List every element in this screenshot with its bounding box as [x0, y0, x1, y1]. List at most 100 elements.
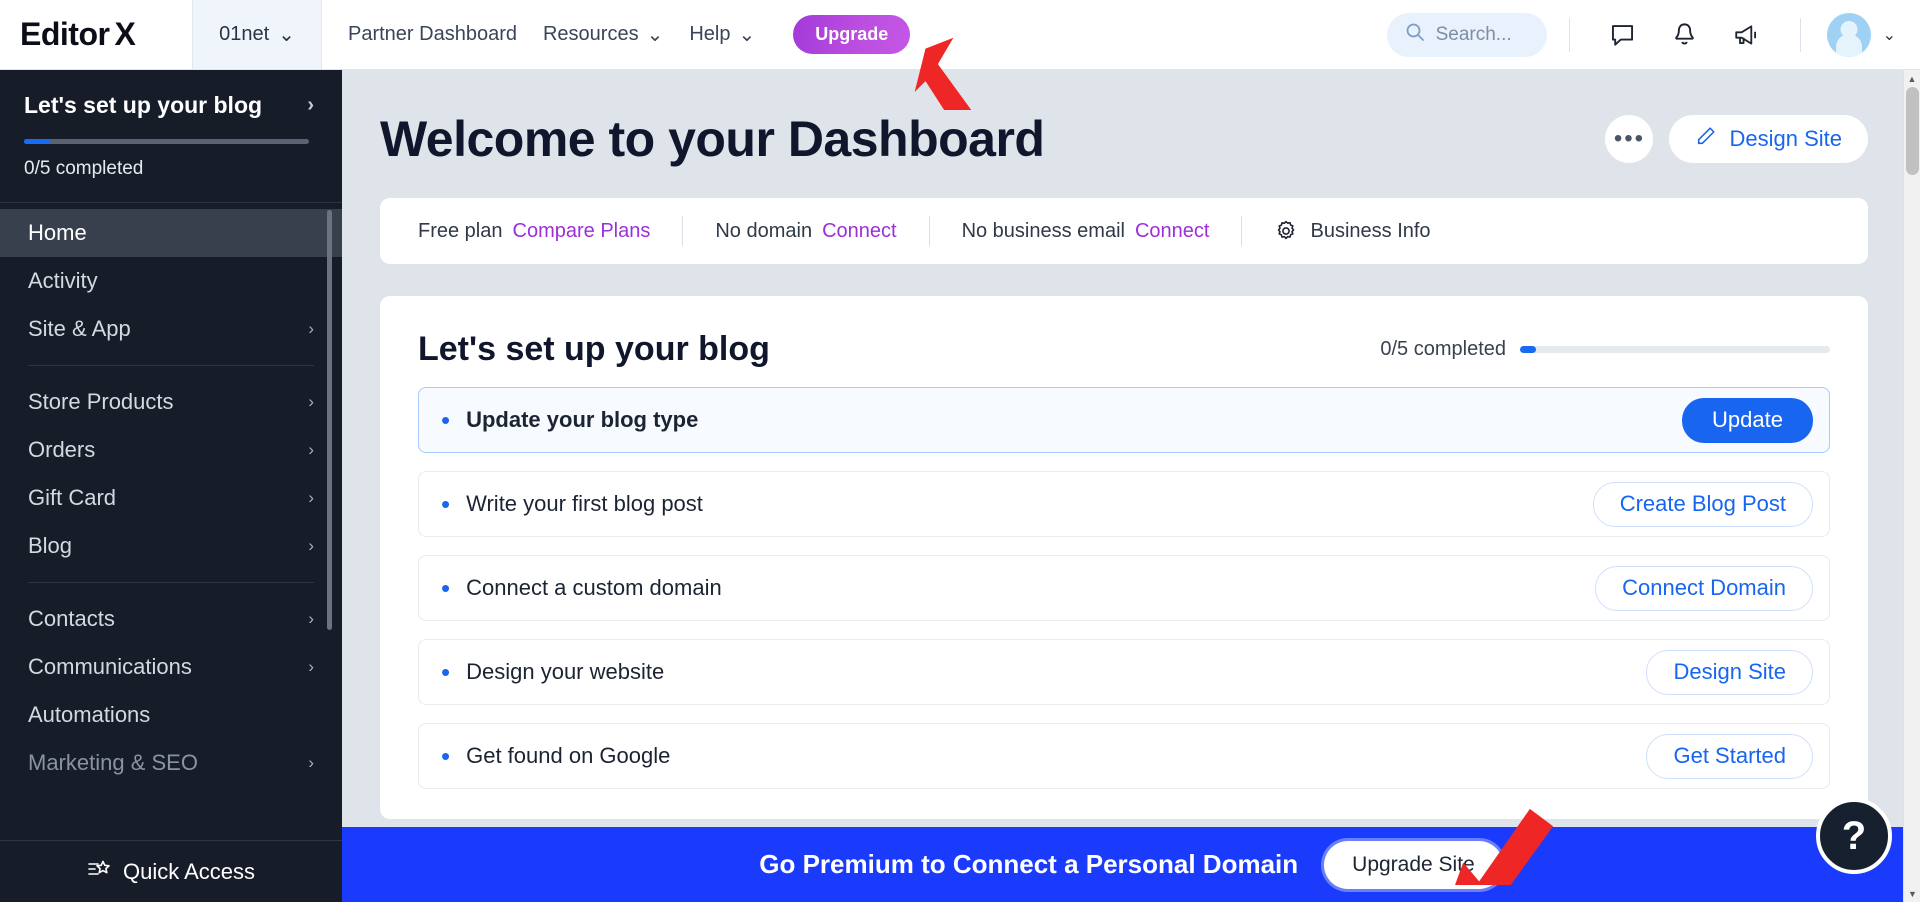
search-input[interactable]: Search...: [1386, 12, 1547, 57]
sidebar-item-label: Orders: [28, 437, 96, 462]
scroll-up-icon[interactable]: ▲: [1904, 70, 1920, 87]
chevron-down-icon: ⌄: [738, 24, 756, 46]
task-action: Connect Domain: [1595, 565, 1813, 611]
setup-card-title: Let's set up your blog: [418, 330, 770, 368]
chevron-right-icon: ›: [308, 440, 314, 459]
sidebar-item-label: Blog: [28, 533, 73, 558]
avatar[interactable]: [1826, 12, 1871, 57]
business-info-button[interactable]: Business Info: [1274, 219, 1431, 243]
chat-icon[interactable]: [1601, 13, 1645, 57]
sidebar-item-home[interactable]: Home: [0, 209, 342, 257]
sidebar-item-contacts[interactable]: Contacts ›: [0, 595, 342, 643]
create-blog-post-button[interactable]: Create Blog Post: [1592, 481, 1813, 527]
task-row-update-blog-type[interactable]: • Update your blog type Update: [418, 387, 1830, 453]
connect-domain-link[interactable]: Connect: [822, 220, 897, 243]
sidebar-item-activity[interactable]: Activity: [0, 257, 342, 305]
page-title: Welcome to your Dashboard: [380, 111, 1045, 167]
sidebar-item-communications[interactable]: Communications ›: [0, 643, 342, 691]
main-header: Welcome to your Dashboard ••• Design Sit…: [342, 70, 1920, 168]
sidebar-item-label: Gift Card: [28, 485, 117, 510]
chevron-right-icon: ›: [308, 657, 314, 676]
sidebar-item-automations[interactable]: Automations: [0, 691, 342, 739]
nav-item-partner-dashboard[interactable]: Partner Dashboard: [348, 23, 517, 46]
chevron-right-icon: ›: [308, 536, 314, 555]
task-action: Get Started: [1646, 733, 1813, 779]
upgrade-site-button[interactable]: Upgrade Site: [1324, 840, 1503, 889]
nav-label: Resources: [542, 23, 639, 45]
task-label: Connect a custom domain: [466, 575, 722, 600]
chevron-down-icon: ⌄: [278, 24, 295, 46]
chevron-right-icon: ›: [307, 94, 314, 116]
chevron-down-icon: ⌄: [646, 24, 664, 46]
more-options-button[interactable]: •••: [1605, 115, 1654, 163]
scroll-down-icon[interactable]: ▼: [1904, 885, 1920, 902]
quick-access-icon: [87, 857, 111, 887]
task-action: Design Site: [1646, 649, 1813, 695]
sidebar-item-store-products[interactable]: Store Products ›: [0, 378, 342, 426]
sidebar-item-orders[interactable]: Orders ›: [0, 426, 342, 474]
account-chevron-down-icon[interactable]: ⌄: [1883, 25, 1896, 45]
sidebar-item-site-app[interactable]: Site & App ›: [0, 305, 342, 353]
sidebar-nav-list: Home Activity Site & App › Store Product…: [0, 203, 342, 787]
design-site-task-button[interactable]: Design Site: [1646, 649, 1813, 695]
megaphone-icon[interactable]: [1725, 13, 1769, 57]
top-bar-right-group: Search... ⌄: [1386, 0, 1920, 69]
setup-progress-bar: [1520, 346, 1830, 353]
sidebar-item-label: Marketing & SEO: [28, 750, 198, 775]
upgrade-button[interactable]: Upgrade: [793, 15, 911, 54]
chevron-right-icon: ›: [308, 488, 314, 507]
chevron-right-icon: ›: [308, 609, 314, 628]
domain-segment: No domain Connect: [715, 220, 896, 243]
gear-icon: [1274, 219, 1298, 243]
sidebar-setup-title: Let's set up your blog: [24, 92, 263, 118]
nav-label: Partner Dashboard: [348, 23, 517, 45]
site-switcher-label: 01net: [219, 23, 270, 45]
sidebar-setup-header[interactable]: Let's set up your blog ›: [24, 92, 314, 119]
design-site-button[interactable]: Design Site: [1669, 115, 1868, 163]
scrollbar-thumb[interactable]: [1906, 87, 1919, 175]
get-started-button[interactable]: Get Started: [1646, 733, 1813, 779]
nav-item-help[interactable]: Help ⌄: [689, 22, 755, 47]
update-button[interactable]: Update: [1682, 397, 1813, 443]
sidebar-item-blog[interactable]: Blog ›: [0, 522, 342, 570]
connect-domain-button[interactable]: Connect Domain: [1595, 565, 1813, 611]
chevron-right-icon: ›: [308, 753, 314, 772]
task-row-connect-domain[interactable]: • Connect a custom domain Connect Domain: [418, 555, 1830, 621]
quick-access-label: Quick Access: [122, 858, 256, 884]
quick-access-button[interactable]: Quick Access: [0, 840, 342, 902]
setup-progress-group: 0/5 completed: [1380, 338, 1830, 361]
divider: [28, 365, 314, 366]
compare-plans-link[interactable]: Compare Plans: [513, 220, 651, 243]
site-switcher[interactable]: 01net ⌄: [192, 0, 322, 69]
email-label: No business email: [961, 219, 1125, 242]
sidebar-item-marketing-seo[interactable]: Marketing & SEO ›: [0, 739, 342, 787]
task-action: Update: [1682, 397, 1813, 443]
sidebar-item-gift-card[interactable]: Gift Card ›: [0, 474, 342, 522]
brand-logo[interactable]: Editor X: [0, 0, 192, 69]
setup-checklist-card: Let's set up your blog 0/5 completed • U…: [380, 296, 1868, 819]
divider: [1241, 216, 1243, 246]
sidebar-setup-banner[interactable]: Let's set up your blog › 0/5 completed: [0, 70, 342, 202]
brand-logo-x: X: [114, 16, 136, 52]
setup-progress-label: 0/5 completed: [1380, 338, 1506, 360]
top-bar: Editor X 01net ⌄ Partner Dashboard Resou…: [0, 0, 1920, 70]
task-row-write-blog-post[interactable]: • Write your first blog post Create Blog…: [418, 471, 1830, 537]
task-row-design-website[interactable]: • Design your website Design Site: [418, 639, 1830, 705]
bell-icon[interactable]: [1663, 13, 1707, 57]
sidebar-item-label: Communications: [28, 654, 192, 679]
pencil-icon: [1695, 125, 1717, 153]
sidebar-scrollbar[interactable]: [327, 210, 332, 630]
nav-item-resources[interactable]: Resources ⌄: [543, 22, 663, 47]
design-site-label: Design Site: [1729, 126, 1842, 151]
sidebar: Let's set up your blog › 0/5 completed H…: [0, 70, 342, 902]
task-row-get-found-google[interactable]: • Get found on Google Get Started: [418, 723, 1830, 789]
header-actions: ••• Design Site: [1605, 115, 1868, 163]
search-placeholder: Search...: [1435, 23, 1512, 45]
brand-logo-text: Editor: [20, 16, 110, 52]
help-button[interactable]: ?: [1816, 798, 1892, 874]
sidebar-item-label: Home: [28, 220, 87, 245]
connect-email-link[interactable]: Connect: [1135, 220, 1210, 243]
page-scrollbar[interactable]: ▲ ▼: [1903, 70, 1920, 902]
task-label: Update your blog type: [466, 407, 699, 432]
domain-label: No domain: [715, 219, 813, 242]
